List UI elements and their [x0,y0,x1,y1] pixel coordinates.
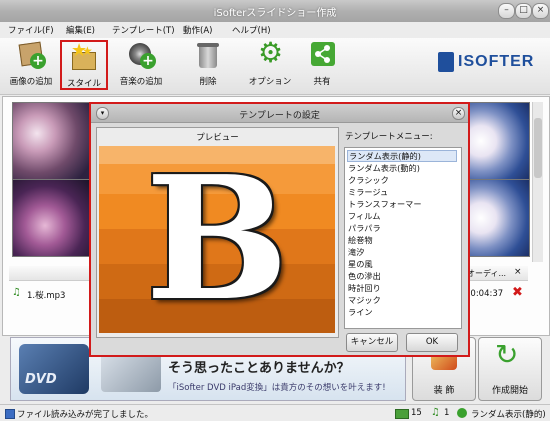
share-icon [307,40,337,70]
menu-template[interactable]: テンプレート(T) [112,24,175,36]
preview-label: プレビュー [196,133,239,143]
current-template: ランダム表示(静的) [471,410,546,420]
template-settings-dialog: ▾ テンプレートの設定 × プレビュー B テンプレートメニュー: ランダム表示… [89,102,470,357]
start-create-button[interactable]: ↻ 作成開始 [478,337,542,401]
template-item[interactable]: ランダム表示(動的) [347,162,458,174]
options-button[interactable]: ⚙ オプション [244,36,296,90]
dialog-title-bar: ▾ テンプレートの設定 × [91,104,468,123]
music-count-icon: ♫ [431,407,440,418]
banner-headline: そう思ったことありませんか？ [168,361,350,376]
add-music-button[interactable]: + 音楽の追加 [116,40,166,90]
style-icon: ★ ★ [69,40,99,72]
menu-action[interactable]: 動作(A) [183,24,212,36]
template-item[interactable]: ライン [347,306,458,318]
template-item[interactable]: フィルム [347,210,458,222]
style-button[interactable]: ★ ★ スタイル [60,40,108,90]
close-icon[interactable]: × [532,3,549,19]
cancel-button[interactable]: キャンセル [346,333,398,352]
status-icon [5,409,15,419]
template-item[interactable]: ランダム表示(静的) [347,150,457,162]
delete-button[interactable]: 削除 [186,40,230,90]
share-button[interactable]: 共有 [302,40,342,90]
toolbar: + 画像の追加 ★ ★ スタイル + 音楽の追加 削除 ⚙ オプション 共有 I… [0,38,550,95]
window-title: iSofterスライドショー作成 [213,8,337,19]
template-item[interactable]: トランスフォーマー [347,198,458,210]
template-item[interactable]: 時計回り [347,282,458,294]
template-menu-label: テンプレートメニュー: [345,132,433,142]
template-status-icon [457,408,467,418]
image-count: 15 [411,408,422,418]
preview-letter: B [145,146,289,333]
trash-icon [193,40,223,70]
add-image-button[interactable]: + 画像の追加 [6,40,56,90]
template-item[interactable]: クラシック [347,174,458,186]
column-audio[interactable]: オーディ... [467,268,506,279]
template-item[interactable]: 滝汐 [347,246,458,258]
add-music-icon: + [126,40,156,70]
template-item[interactable]: パラパラ [347,222,458,234]
template-list[interactable]: ランダム表示(静的) ランダム表示(動的) クラシック ミラージュ トランスフォ… [344,147,462,329]
minimize-icon[interactable]: – [498,3,515,19]
music-file-name[interactable]: 1.桜.mp3 [27,289,65,301]
photo-thumbnail[interactable] [12,102,94,180]
add-image-icon: + [16,40,46,70]
thumbnail-scrollbar[interactable] [532,102,543,262]
music-duration: 00:04:37 [465,289,504,299]
brand-logo: ISOFTER [458,53,535,70]
template-item[interactable]: マジック [347,294,458,306]
gear-icon: ⚙ [258,36,284,69]
column-remove: × [514,267,522,277]
photo-thumbnail[interactable] [12,179,94,257]
menu-file[interactable]: ファイル(F) [8,24,54,36]
remove-music-icon[interactable]: ✖ [512,285,523,300]
dialog-title: テンプレートの設定 [239,111,320,121]
logo-emblem-icon [438,52,454,72]
template-preview-image: B [99,146,335,333]
menu-edit[interactable]: 編集(E) [66,24,95,36]
dialog-close-icon[interactable]: × [452,107,465,120]
music-count: 1 [444,408,450,418]
refresh-icon: ↻ [495,338,519,371]
image-count-icon [395,409,409,419]
template-item[interactable]: 絵巻物 [347,234,458,246]
template-item[interactable]: 色の滲出 [347,270,458,282]
title-bar: iSofterスライドショー作成 – □ × [0,0,550,23]
dvd-case-icon: DVD [19,344,89,394]
status-bar: ファイル読み込みが完了しました。 15 ♫ 1 ランダム表示(静的) [0,404,550,421]
music-note-icon: ♫ [12,287,21,298]
menu-help[interactable]: ヘルプ(H) [232,24,271,36]
status-message: ファイル読み込みが完了しました。 [17,410,154,420]
maximize-icon[interactable]: □ [515,3,532,19]
template-item[interactable]: 星の風 [347,258,458,270]
banner-subtext: 「iSofter DVD iPad変換」は貴方のその想いを叶えます! [168,383,386,393]
template-item[interactable]: ミラージュ [347,186,458,198]
ok-button[interactable]: OK [406,333,458,352]
